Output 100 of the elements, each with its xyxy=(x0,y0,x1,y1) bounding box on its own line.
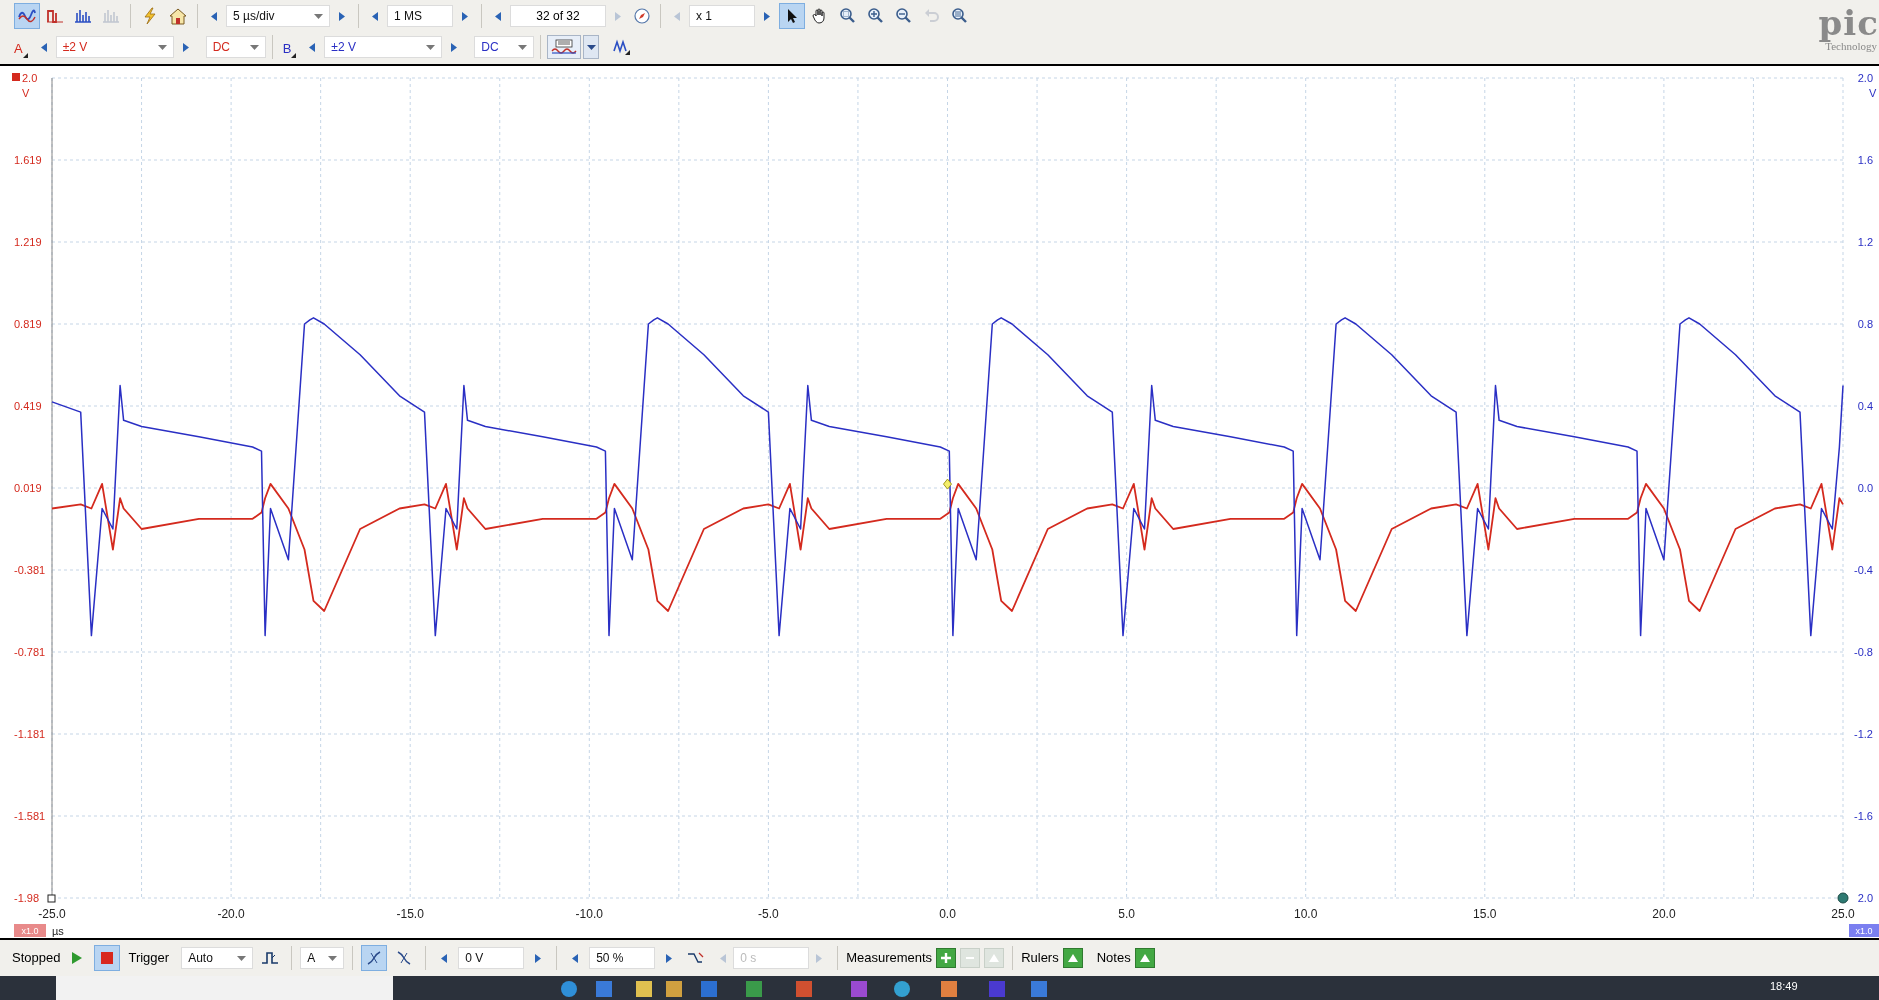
stop-button[interactable] xyxy=(94,945,121,971)
samples-field[interactable]: 1 MS xyxy=(387,5,453,27)
stop-icon xyxy=(101,952,114,964)
caret-icon xyxy=(249,44,259,50)
falling-edge-icon xyxy=(396,950,413,966)
x-axis-label: 20.0 xyxy=(1652,907,1676,921)
y-axis-label: -0.4 xyxy=(1854,564,1873,576)
left-arrow-icon xyxy=(720,953,727,963)
dropdown-button[interactable] xyxy=(583,35,600,59)
range-dropdown[interactable]: ±2 V xyxy=(324,36,443,58)
y-axis-label: 0.8 xyxy=(1857,318,1873,330)
rising-edge-icon xyxy=(366,950,383,966)
notes-button[interactable] xyxy=(1134,948,1155,968)
x-axis-label: 10.0 xyxy=(1294,907,1318,921)
y-axis-label: -1.581 xyxy=(14,810,46,822)
trigger-source-dropdown[interactable]: A xyxy=(300,947,345,969)
rising-edge-button[interactable] xyxy=(361,945,388,971)
scale-badge-label: x1.0 xyxy=(1855,926,1873,936)
triangle-icon xyxy=(1066,953,1079,963)
app-icon[interactable] xyxy=(745,980,763,998)
app-icon[interactable] xyxy=(560,980,578,998)
y-axis-label: 2.0 xyxy=(1857,892,1873,904)
x-axis-label: 25.0 xyxy=(1831,907,1855,921)
y-axis-label: 1.6 xyxy=(1857,154,1873,166)
waveform-icon xyxy=(551,39,578,55)
taskbar-clock: 18:49 xyxy=(1770,979,1798,994)
y-axis-label: -1.181 xyxy=(14,728,46,740)
bar-chart-icon xyxy=(102,7,120,25)
app-icon[interactable] xyxy=(940,980,958,998)
caret-icon xyxy=(314,13,323,19)
play-icon xyxy=(72,952,83,964)
square-marker-icon xyxy=(47,894,56,903)
scale-badge-label: x1.0 xyxy=(21,926,39,936)
timebase-dropdown[interactable]: 5 µs/div xyxy=(226,5,330,27)
lightning-icon xyxy=(142,7,158,25)
zoom-icon xyxy=(951,7,969,25)
app-icon[interactable] xyxy=(665,980,683,998)
caret-icon xyxy=(157,44,167,50)
triangle-icon xyxy=(1138,953,1151,963)
zoom-in-icon xyxy=(867,7,885,25)
app-icon[interactable] xyxy=(893,980,911,998)
app-icon[interactable] xyxy=(1030,980,1048,998)
buffer-field[interactable]: 32 of 32 xyxy=(510,5,606,27)
corner-triangle-icon xyxy=(291,53,297,58)
x-axis-label: -15.0 xyxy=(396,907,424,921)
zoom-factor-field[interactable]: x 1 xyxy=(689,5,755,27)
caret-icon xyxy=(426,44,436,50)
range-dropdown[interactable]: ±2 V xyxy=(55,36,174,58)
zoom-icon xyxy=(839,7,857,25)
notes-label: Notes xyxy=(1096,949,1131,968)
status-label: Stopped xyxy=(12,949,61,968)
y-axis-label: -0.781 xyxy=(14,646,46,658)
y-axis-label: -0.381 xyxy=(14,564,46,576)
y-axis-label: 0.019 xyxy=(14,482,42,494)
x-axis-label: -10.0 xyxy=(575,907,603,921)
rulers-button[interactable] xyxy=(1062,948,1083,968)
corner-triangle-icon xyxy=(22,53,28,58)
caret-icon xyxy=(518,44,528,50)
coupling-dropdown[interactable]: DC xyxy=(205,36,266,58)
threshold-field[interactable]: 0 V xyxy=(458,947,525,969)
right-arrow-icon xyxy=(339,11,345,21)
undo-icon xyxy=(923,7,941,25)
scale-badge xyxy=(1849,924,1879,937)
x-axis-label: 0.0 xyxy=(939,907,956,921)
y-axis-label: 0.4 xyxy=(1857,400,1873,412)
trigger-mode-dropdown[interactable]: Auto xyxy=(181,947,254,969)
app-icon[interactable] xyxy=(595,980,613,998)
channel-button[interactable]: B xyxy=(278,36,301,58)
y-axis-label: 0.419 xyxy=(14,400,42,412)
x-axis-label: -20.0 xyxy=(217,907,245,921)
left-arrow-icon xyxy=(372,11,378,21)
app-icon[interactable] xyxy=(795,980,813,998)
trigger-marker-icon xyxy=(943,478,952,490)
rulers-label: Rulers xyxy=(1021,949,1059,968)
unit-label: µs xyxy=(52,925,64,937)
tool-button[interactable] xyxy=(779,3,805,29)
coupling-dropdown[interactable]: DC xyxy=(474,36,535,58)
right-arrow-icon xyxy=(535,953,542,963)
caret-icon xyxy=(328,955,338,961)
pre-trigger-field[interactable]: 50 % xyxy=(589,947,656,969)
home-icon xyxy=(169,7,187,25)
signal-generator-button[interactable] xyxy=(547,35,582,59)
channel-button[interactable]: A xyxy=(10,36,32,58)
app-icon[interactable] xyxy=(635,980,653,998)
bar-chart-icon xyxy=(74,7,92,25)
edge-icon xyxy=(261,950,280,966)
left-arrow-icon xyxy=(572,953,579,963)
compass-icon xyxy=(634,8,650,24)
x-axis-label: 5.0 xyxy=(1118,907,1135,921)
y-axis-label: 1.219 xyxy=(14,236,42,248)
add-measurement-button[interactable] xyxy=(936,948,957,968)
left-arrow-icon xyxy=(441,953,448,963)
trigger-label: Trigger xyxy=(128,949,170,968)
y-axis-label: -1.98 xyxy=(14,892,40,904)
right-arrow-icon xyxy=(182,42,189,52)
y-axis-label: -1.6 xyxy=(1854,810,1873,822)
caret-icon xyxy=(237,955,247,961)
right-arrow-icon xyxy=(451,42,458,52)
left-arrow-icon xyxy=(674,11,680,21)
right-arrow-icon xyxy=(462,11,468,21)
